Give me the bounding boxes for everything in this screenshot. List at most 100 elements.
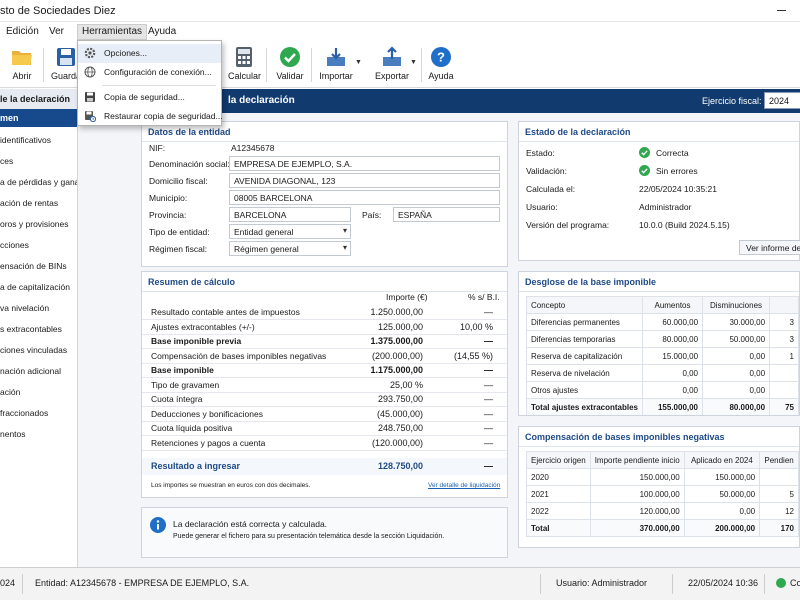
liquidation-detail-link[interactable]: Ver detalle de liquidación: [428, 482, 500, 489]
sidebar-item[interactable]: ación: [0, 384, 77, 402]
menu-item-connection[interactable]: Configuración de conexión...: [78, 63, 221, 82]
toolbar-separator: [421, 48, 422, 82]
panel-title: Compensación de bases imponibles negativ…: [525, 432, 725, 442]
sidebar-item[interactable]: identificativos: [0, 132, 77, 150]
summary-row-label: Deducciones y bonificaciones: [151, 408, 263, 419]
table-cell: 12: [759, 502, 799, 520]
company-name-field[interactable]: EMPRESA DE EJEMPLO, S.A.: [229, 156, 500, 171]
status-separator: [764, 574, 765, 594]
validacion-label: Validación:: [526, 166, 567, 176]
version-value: 10.0.0 (Build 2024.5.15): [639, 220, 730, 230]
svg-text:?: ?: [437, 50, 445, 65]
check-circle-icon: [639, 165, 650, 176]
table-total-cell: 370.000,00: [589, 519, 685, 537]
menu-herramientas[interactable]: Herramientas: [77, 24, 148, 40]
calculate-button[interactable]: Calcular: [228, 46, 261, 81]
validacion-value: Sin errores: [656, 166, 698, 176]
sidebar-item[interactable]: fraccionados: [0, 405, 77, 423]
menu-ayuda[interactable]: Ayuda: [144, 25, 180, 41]
sidebar-item[interactable]: ces: [0, 153, 77, 171]
regime-select[interactable]: Régimen general: [229, 241, 351, 256]
sidebar-item-resumen[interactable]: men: [0, 109, 77, 127]
folder-icon: [12, 51, 32, 65]
status-separator: [540, 574, 541, 594]
export-button[interactable]: Exportar: [374, 46, 410, 81]
sidebar-item[interactable]: cciones: [0, 237, 77, 255]
import-dropdown-icon[interactable]: ▼: [355, 59, 362, 66]
summary-row-pct: 10,00 %: [459, 321, 493, 332]
table-cell: 100.000,00: [589, 485, 685, 503]
summary-row: Cuota íntegra 293.750,00 —: [142, 392, 507, 407]
fiscal-year-select[interactable]: 2024: [764, 92, 800, 109]
summary-row-label: Ajustes extracontables (+/-): [151, 321, 255, 332]
status-panel: Estado de la declaración Estado: Correct…: [518, 121, 800, 261]
restore-icon: [85, 111, 96, 122]
tools-menu: Opciones... Configuración de conexión...…: [77, 40, 223, 126]
entity-panel: Datos de la entidad NIF: A12345678 Denom…: [141, 121, 508, 267]
floppy-icon: [57, 48, 75, 66]
summary-row-value: (120.000,00): [371, 437, 423, 448]
panel-divider: [142, 291, 507, 292]
help-button[interactable]: ? Ayuda: [428, 46, 454, 81]
validate-button[interactable]: Validar: [275, 46, 305, 81]
sidebar-item[interactable]: oros y provisiones: [0, 216, 77, 234]
import-button[interactable]: Importar: [318, 46, 354, 81]
table-cell: 3: [769, 313, 799, 331]
sidebar-item[interactable]: s extracontables: [0, 321, 77, 339]
window-title: sto de Sociedades Diez: [0, 5, 116, 17]
view-report-button[interactable]: Ver informe de va: [739, 240, 800, 255]
menu-ver[interactable]: Ver: [45, 25, 68, 41]
table-cell: 80.000,00: [641, 330, 704, 348]
sidebar-item[interactable]: va nivelación: [0, 300, 77, 318]
status-year: 024: [0, 578, 16, 588]
breakdown-table-body: Diferencias permanentes 60.000,00 30.000,0…: [526, 313, 799, 415]
column-header: [769, 296, 799, 314]
table-cell: 150.000,00: [589, 468, 685, 486]
menu-item-options[interactable]: Opciones...: [78, 44, 221, 63]
sidebar-item[interactable]: a de capitalización: [0, 279, 77, 297]
minimize-button[interactable]: [775, 4, 789, 16]
summary-row-value: 1.375.000,00: [370, 336, 423, 346]
bins-table-body: 2020 150.000,00 150.000,00 2021 100.000,00 50…: [526, 468, 799, 537]
summary-row-label: Cuota íntegra: [151, 394, 203, 404]
entity-type-select[interactable]: Entidad general: [229, 224, 351, 239]
breakdown-table: Concepto Aumentos Disminuciones Diferenc…: [526, 296, 799, 415]
province-field[interactable]: BARCELONA: [229, 207, 351, 222]
panel-divider: [142, 141, 507, 142]
export-dropdown-icon[interactable]: ▼: [410, 59, 417, 66]
sidebar-item[interactable]: ensación de BINs: [0, 258, 77, 276]
address-field[interactable]: AVENIDA DIAGONAL, 123: [229, 173, 500, 188]
status-entity: Entidad: A12345678 - EMPRESA DE EJEMPLO,…: [35, 578, 250, 588]
estado-value: Correcta: [656, 148, 689, 158]
help-icon: ?: [431, 47, 451, 67]
menu-item-backup[interactable]: Copia de seguridad...: [78, 88, 221, 107]
table-cell: 15.000,00: [641, 347, 704, 365]
table-cell: 2022: [526, 502, 591, 520]
country-field[interactable]: ESPAÑA: [393, 207, 500, 222]
sidebar-item[interactable]: nación adicional: [0, 363, 77, 381]
open-button[interactable]: Abrir: [6, 46, 38, 81]
sidebar-item[interactable]: a de pérdidas y ganancias: [0, 174, 77, 192]
province-label: Provincia:: [149, 210, 187, 220]
table-row: 2020 150.000,00 150.000,00: [526, 468, 799, 486]
amounts-note: Los importes se muestran en euros con do…: [151, 482, 311, 489]
sidebar-item[interactable]: nentos: [0, 426, 77, 444]
menu-item-restore[interactable]: Restaurar copia de seguridad...: [78, 107, 223, 126]
table-cell: 0,00: [641, 364, 704, 382]
table-row: Reserva de nivelación 0,00 0,00: [526, 364, 799, 382]
import-label: Importar: [319, 71, 353, 81]
panel-title: Resumen de cálculo: [148, 277, 236, 287]
sidebar-item[interactable]: ciones vinculadas: [0, 342, 77, 360]
summary-row: Tipo de gravamen 25,00 % —: [142, 378, 507, 393]
summary-row: Base imponible 1.175.000,00 —: [142, 363, 507, 378]
panel-divider: [519, 446, 799, 447]
table-cell: 0,00: [683, 502, 761, 520]
bins-table: Ejercicio origen Importe pendiente inici…: [526, 451, 799, 537]
city-field[interactable]: 08005 BARCELONA: [229, 190, 500, 205]
nif-label: NIF:: [149, 143, 166, 153]
status-separator: [672, 574, 673, 594]
menu-edicion[interactable]: Edición: [2, 25, 43, 41]
table-cell: 120.000,00: [589, 502, 685, 520]
panel-divider: [519, 291, 799, 292]
sidebar-item[interactable]: ación de rentas: [0, 195, 77, 213]
